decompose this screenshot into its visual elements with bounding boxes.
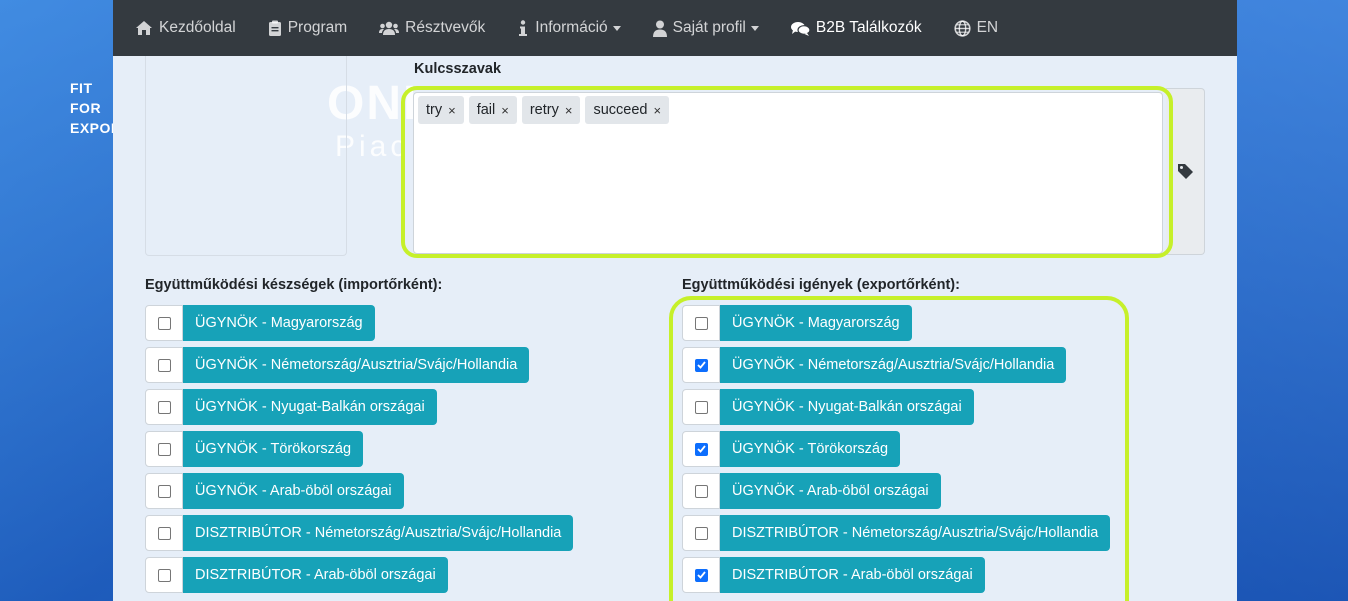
checkbox-row[interactable]: ÜGYNÖK - Németország/Ausztria/Svájc/Holl… [145, 347, 530, 383]
nav-item-home[interactable]: Kezdőoldal [135, 19, 236, 37]
checkbox-wrapper[interactable] [145, 305, 183, 341]
nav-label: Program [287, 19, 348, 36]
checkbox-label[interactable]: DISZTRIBÚTOR - Arab-öböl országai [183, 557, 448, 593]
needs-label: Együttműködési igények (exportőrként): [682, 277, 960, 293]
checkbox-label[interactable]: DISZTRIBÚTOR - Németország/Ausztria/Sváj… [183, 515, 574, 551]
home-icon [136, 21, 152, 35]
checkbox-row[interactable]: ÜGYNÖK - Nyugat-Balkán országai [145, 389, 437, 425]
checkbox-wrapper[interactable] [145, 347, 183, 383]
checkbox-row[interactable]: DISZTRIBÚTOR - Arab-öböl országai [145, 557, 448, 593]
checkbox[interactable] [157, 568, 171, 582]
checkbox-label[interactable]: ÜGYNÖK - Németország/Ausztria/Svájc/Holl… [183, 347, 530, 383]
chevron-down-icon [612, 25, 621, 31]
nav-label: EN [976, 19, 999, 36]
nav-label: Kezdőoldal [159, 19, 236, 36]
background-shape-right [1236, 0, 1348, 601]
tag-icon [1177, 164, 1193, 179]
checkbox[interactable] [157, 316, 171, 330]
nav-label: Saját profil [672, 19, 746, 36]
nav-label: Résztvevők [405, 19, 486, 36]
chevron-down-icon [750, 25, 759, 31]
globe-icon [953, 19, 971, 37]
checkbox-label[interactable]: ÜGYNÖK - Arab-öböl országai [183, 473, 404, 509]
checkbox-row[interactable]: ÜGYNÖK - Magyarország [145, 305, 375, 341]
nav-item-info[interactable]: Információ [517, 19, 621, 37]
users-icon [379, 21, 400, 35]
nav-item-language[interactable]: EN [953, 19, 999, 37]
nav-label: Információ [535, 19, 608, 36]
checkbox[interactable] [157, 526, 171, 540]
nav-label: B2B Találkozók [815, 19, 922, 36]
top-navbar: Kezdőoldal Program Résztvevők Információ… [113, 0, 1237, 56]
checkbox[interactable] [157, 358, 171, 372]
nav-item-profile[interactable]: Saját profil [652, 19, 759, 37]
checkbox-row[interactable]: ÜGYNÖK - Törökország [145, 431, 364, 467]
checkbox[interactable] [157, 484, 171, 498]
checkbox[interactable] [157, 400, 171, 414]
checkbox-label[interactable]: ÜGYNÖK - Törökország [183, 431, 364, 467]
nav-item-participants[interactable]: Résztvevők [379, 19, 485, 37]
user-icon [652, 20, 667, 37]
checkbox-wrapper[interactable] [145, 473, 183, 509]
main-content: ONL Piac Kulcsszavak try × fail × retry × succ… [113, 56, 1237, 601]
comments-icon [790, 21, 810, 36]
checkbox-row[interactable]: ÜGYNÖK - Arab-öböl országai [145, 473, 404, 509]
keywords-label: Kulcsszavak [414, 61, 502, 77]
checkbox-wrapper[interactable] [145, 431, 183, 467]
checkbox-label[interactable]: ÜGYNÖK - Magyarország [183, 305, 375, 341]
info-icon [519, 19, 528, 36]
checkbox[interactable] [157, 442, 171, 456]
skills-label: Együttműködési készségek (importőrként): [145, 277, 443, 293]
needs-highlight [669, 296, 1129, 601]
checkbox-wrapper[interactable] [145, 389, 183, 425]
checkbox-row[interactable]: DISZTRIBÚTOR - Németország/Ausztria/Sváj… [145, 515, 574, 551]
checkbox-wrapper[interactable] [145, 515, 183, 551]
checkbox-wrapper[interactable] [145, 557, 183, 593]
nav-item-b2b[interactable]: B2B Találkozók [790, 19, 922, 37]
clipboard-icon [268, 20, 281, 36]
keywords-highlight [401, 86, 1173, 258]
nav-item-program[interactable]: Program [268, 19, 347, 37]
image-placeholder [145, 56, 347, 256]
checkbox-label[interactable]: ÜGYNÖK - Nyugat-Balkán országai [183, 389, 437, 425]
